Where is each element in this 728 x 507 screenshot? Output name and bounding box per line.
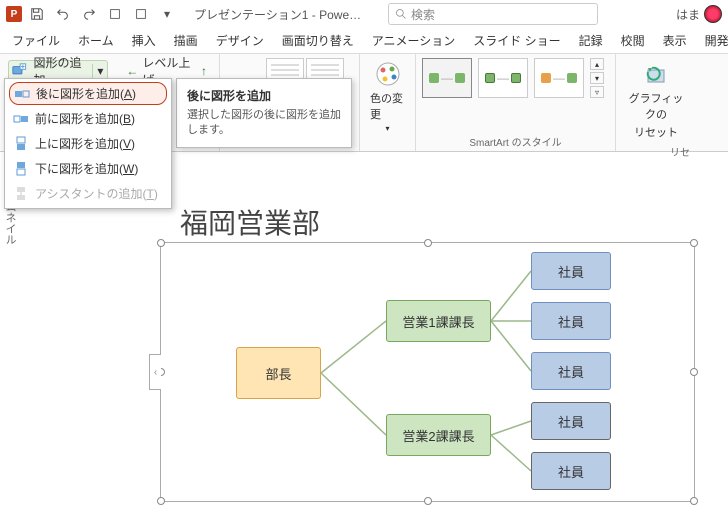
ribbon-tabs: ファイル ホーム 挿入 描画 デザイン 画面切り替え アニメーション スライド … <box>0 28 728 54</box>
ribbon-body: 図形の追加 ▾ ← レベル上げ ↑ 後に図形を追加(A) 前に図形を追加(B) … <box>0 54 728 152</box>
reset-icon <box>642 60 670 88</box>
smartart-node-leaf[interactable]: 社員 <box>531 352 611 390</box>
tab-review[interactable]: 校閲 <box>613 28 653 53</box>
tab-draw[interactable]: 描画 <box>166 28 206 53</box>
menu-add-shape-below[interactable]: 下に図形を追加(W) <box>5 156 171 181</box>
user-avatar-icon <box>704 5 722 23</box>
search-placeholder: 検索 <box>411 6 435 23</box>
change-colors-button[interactable]: 色の変更 ▾ <box>366 58 409 135</box>
smartart-node-leaf[interactable]: 社員 <box>531 302 611 340</box>
add-shape-caret-icon[interactable]: ▾ <box>92 64 107 78</box>
chevron-down-icon: ▾ <box>385 124 389 133</box>
search-icon <box>395 8 407 20</box>
smartart-styles-gallery[interactable]: — — — ▴ ▾ ▿ <box>422 58 604 98</box>
style-thumb[interactable]: — <box>422 58 472 98</box>
powerpoint-app-icon: P <box>6 6 22 22</box>
tooltip-title: 後に図形を追加 <box>187 87 341 104</box>
tab-home[interactable]: ホーム <box>70 28 122 53</box>
change-colors-label: 色の変更 <box>370 90 405 122</box>
reset-group-label: リセ <box>622 142 690 159</box>
add-before-icon <box>13 111 29 127</box>
smartart-node-branch-2[interactable]: 営業2課課長 <box>386 414 491 456</box>
smartart-node-root[interactable]: 部長 <box>236 347 321 399</box>
save-button[interactable] <box>26 3 48 25</box>
ribbon-group-change-colors: 色の変更 ▾ <box>360 54 416 151</box>
gallery-scroll[interactable]: ▴ ▾ ▿ <box>590 58 604 98</box>
menu-add-assistant: アシスタントの追加(T) <box>5 181 171 206</box>
redo-button[interactable] <box>78 3 100 25</box>
qat-more-button[interactable]: ▾ <box>156 3 178 25</box>
smartart-container[interactable]: ‹ 部長 営業1課課長 営業2課課長 社員 社員 社員 社員 社員 <box>160 242 695 502</box>
tab-record[interactable]: 記録 <box>571 28 611 53</box>
text-pane-toggle[interactable]: ‹ <box>149 354 161 390</box>
menu-add-shape-before[interactable]: 前に図形を追加(B) <box>5 106 171 131</box>
ribbon-group-create-graphic: 図形の追加 ▾ ← レベル上げ ↑ 後に図形を追加(A) 前に図形を追加(B) … <box>0 54 220 151</box>
tab-design[interactable]: デザイン <box>208 28 272 53</box>
tab-developer[interactable]: 開発 <box>697 28 728 53</box>
reset-graphic-button[interactable]: グラフィックの リセット <box>622 58 690 142</box>
tooltip-body: 選択した図形の後に図形を追加します。 <box>187 108 341 139</box>
document-title: プレゼンテーション1 - Power… <box>194 6 364 23</box>
search-box[interactable]: 検索 <box>388 3 598 25</box>
palette-icon <box>374 60 402 88</box>
qat-button-2[interactable] <box>130 3 152 25</box>
add-after-icon <box>14 86 30 102</box>
add-assistant-icon <box>13 186 29 202</box>
user-account[interactable]: はま <box>676 5 722 23</box>
menu-add-shape-above[interactable]: 上に図形を追加(V) <box>5 131 171 156</box>
ribbon-group-reset: グラフィックの リセット リセ <box>616 54 696 151</box>
smartart-node-branch-1[interactable]: 営業1課課長 <box>386 300 491 342</box>
add-above-icon <box>13 136 29 152</box>
style-thumb[interactable]: — <box>534 58 584 98</box>
add-below-icon <box>13 161 29 177</box>
qat-button-1[interactable] <box>104 3 126 25</box>
user-name: はま <box>676 6 700 23</box>
slide-canvas[interactable]: 福岡営業部 ‹ 部長 営業1課課長 営業2課課長 社員 社員 社員 社員 社員 <box>30 160 726 507</box>
arrow-up-icon: ↑ <box>201 64 207 78</box>
title-bar: P ▾ プレゼンテーション1 - Power… 検索 はま <box>0 0 728 28</box>
tab-transitions[interactable]: 画面切り替え <box>274 28 362 53</box>
smartart-styles-group-label: SmartArt のスタイル <box>422 132 609 149</box>
tab-slideshow[interactable]: スライド ショー <box>465 28 568 53</box>
smartart-node-leaf-selected[interactable]: 社員 <box>531 452 611 490</box>
arrow-left-icon: ← <box>126 64 138 78</box>
style-thumb[interactable]: — <box>478 58 528 98</box>
smartart-node-leaf-selected[interactable]: 社員 <box>531 402 611 440</box>
tab-view[interactable]: 表示 <box>655 28 695 53</box>
reset-label-2: リセット <box>634 124 678 140</box>
tab-file[interactable]: ファイル <box>4 28 68 53</box>
tooltip-add-shape-after: 後に図形を追加 選択した図形の後に図形を追加します。 <box>176 78 352 148</box>
undo-button[interactable] <box>52 3 74 25</box>
tab-animations[interactable]: アニメーション <box>364 28 464 53</box>
reset-label-1: グラフィックの <box>628 90 684 122</box>
smartart-node-leaf[interactable]: 社員 <box>531 252 611 290</box>
ribbon-group-smartart-styles: — — — ▴ ▾ ▿ SmartArt のスタイル <box>416 54 616 151</box>
menu-add-shape-after[interactable]: 後に図形を追加(A) <box>9 82 167 105</box>
slide-title[interactable]: 福岡営業部 <box>180 202 726 242</box>
add-shape-dropdown: 後に図形を追加(A) 前に図形を追加(B) 上に図形を追加(V) 下に図形を追加… <box>4 78 172 209</box>
tab-insert[interactable]: 挿入 <box>124 28 164 53</box>
